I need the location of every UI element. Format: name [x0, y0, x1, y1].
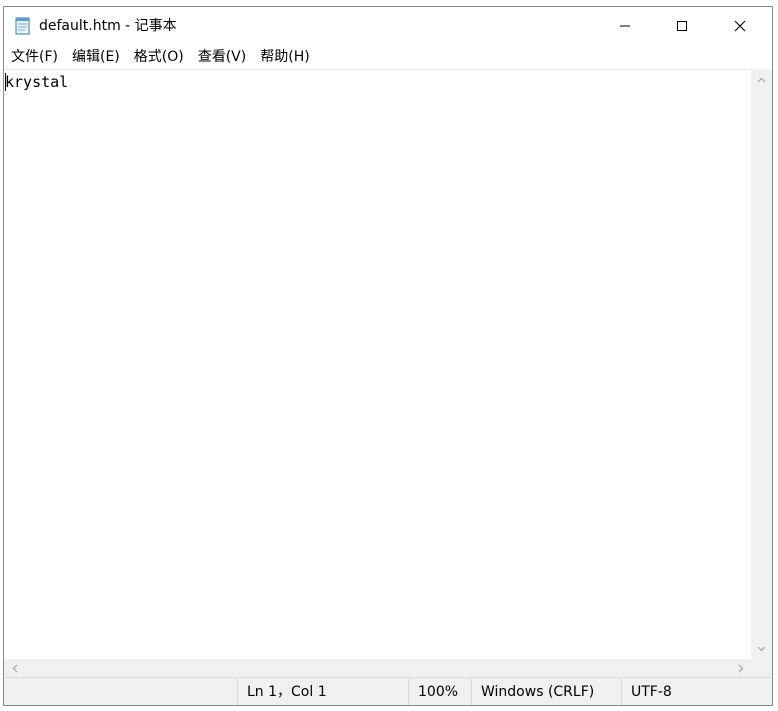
status-bar: Ln 1，Col 1 100% Windows (CRLF) UTF-8: [4, 677, 772, 705]
chevron-up-icon: [757, 77, 766, 82]
menu-help[interactable]: 帮助(H): [253, 46, 316, 68]
window-title: default.htm - 记事本: [39, 18, 177, 34]
menu-view[interactable]: 查看(V): [191, 46, 254, 68]
chevron-left-icon: [12, 664, 17, 672]
status-cursor-position: Ln 1，Col 1: [237, 678, 408, 705]
menu-file[interactable]: 文件(F): [4, 46, 65, 68]
editor-content[interactable]: krystal: [5, 72, 68, 92]
status-line-ending: Windows (CRLF): [471, 678, 621, 705]
notepad-window: default.htm - 记事本 文件(F) 编辑(E) 格式(O) 查看(V…: [3, 6, 773, 706]
chevron-right-icon: [738, 664, 743, 672]
text-editor[interactable]: krystal: [4, 69, 751, 659]
scroll-left-button[interactable]: [6, 659, 23, 677]
menu-bar: 文件(F) 编辑(E) 格式(O) 查看(V) 帮助(H): [4, 45, 772, 69]
scrollbar-corner: [751, 659, 772, 677]
scroll-up-button[interactable]: [751, 71, 772, 88]
minimize-button[interactable]: [602, 7, 648, 45]
status-encoding: UTF-8: [621, 678, 772, 705]
close-button[interactable]: [717, 7, 763, 45]
menu-format[interactable]: 格式(O): [127, 46, 191, 68]
close-icon: [734, 20, 746, 32]
chevron-down-icon: [757, 646, 766, 651]
maximize-button[interactable]: [659, 7, 705, 45]
maximize-icon: [677, 21, 687, 31]
horizontal-scrollbar[interactable]: [4, 659, 751, 677]
minimize-icon: [620, 25, 630, 27]
notepad-icon: [14, 16, 32, 36]
vertical-scrollbar[interactable]: [751, 69, 772, 659]
scroll-right-button[interactable]: [732, 659, 749, 677]
scroll-down-button[interactable]: [751, 640, 772, 657]
menu-edit[interactable]: 编辑(E): [65, 46, 127, 68]
status-zoom: 100%: [408, 678, 471, 705]
title-bar[interactable]: default.htm - 记事本: [4, 7, 772, 45]
